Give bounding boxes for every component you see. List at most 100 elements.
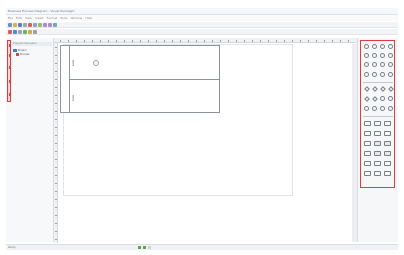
menu-help[interactable]: Help	[85, 16, 92, 20]
intermediate-event-tool-icon[interactable]	[372, 44, 377, 49]
ruler-tick	[68, 40, 69, 42]
cut-icon[interactable]	[28, 22, 32, 27]
choreography-tool-icon[interactable]	[364, 171, 371, 176]
status-chip-icon	[137, 246, 141, 249]
menu-tools[interactable]: Tools	[60, 16, 67, 20]
annotation-tool-icon[interactable]	[364, 151, 371, 156]
ruler-tick	[228, 40, 229, 42]
throw-signal-tool-icon[interactable]	[388, 106, 393, 111]
start-event-icon[interactable]	[93, 60, 99, 66]
lane-2-label[interactable]: Lane	[72, 95, 75, 101]
ruler-tick	[55, 119, 57, 120]
palette-divider	[363, 82, 393, 83]
conversation-tool-icon[interactable]	[374, 171, 381, 176]
cancel-event-tool-icon[interactable]	[364, 62, 369, 67]
menu-window[interactable]: Window	[71, 16, 83, 20]
group-tool-icon[interactable]	[364, 141, 371, 146]
new-icon[interactable]	[8, 22, 12, 27]
tree-item-process[interactable]: Process	[13, 52, 51, 56]
save-icon[interactable]	[18, 22, 22, 27]
ruler-tick	[55, 127, 57, 128]
undo-icon[interactable]	[43, 22, 47, 27]
sequence-flow-tool-icon[interactable]	[364, 161, 371, 166]
ruler-tick	[164, 40, 165, 42]
pool-header[interactable]	[60, 45, 70, 113]
transaction-tool-icon[interactable]	[384, 121, 391, 126]
side-tab[interactable]	[9, 54, 10, 57]
ruler-tick	[156, 40, 157, 42]
ruler-tick	[55, 175, 57, 176]
ruler-tick	[55, 71, 57, 72]
lane-tool-icon[interactable]	[384, 141, 391, 146]
open-icon[interactable]	[13, 22, 17, 27]
ruler-tick	[55, 103, 57, 104]
subprocess-tool-icon[interactable]	[374, 121, 381, 126]
conditional-event-tool-icon[interactable]	[388, 72, 393, 77]
ruler-tick	[55, 63, 57, 64]
side-tab[interactable]	[9, 93, 10, 96]
timer-event-tool-icon[interactable]	[388, 44, 393, 49]
redo-icon[interactable]	[48, 22, 52, 27]
throw-message-tool-icon[interactable]	[372, 106, 377, 111]
color-icon[interactable]	[8, 29, 12, 34]
status-text: Ready	[8, 246, 16, 249]
task-tool-icon[interactable]	[364, 121, 371, 126]
zoom-icon[interactable]	[53, 22, 57, 27]
line-icon[interactable]	[18, 29, 22, 34]
window-title: Business Process Diagram - Visual Paradi…	[8, 9, 75, 13]
layout-icon[interactable]	[23, 29, 27, 34]
vertical-pool-tool-icon[interactable]	[384, 151, 391, 156]
compensation-event-tool-icon[interactable]	[372, 62, 377, 67]
ruler-tick	[76, 40, 77, 42]
data-store-tool-icon[interactable]	[384, 131, 391, 136]
side-tab[interactable]	[9, 80, 10, 83]
end-event-tool-icon[interactable]	[380, 44, 385, 49]
format-toolbar	[6, 29, 398, 35]
horizontal-pool-tool-icon[interactable]	[374, 151, 381, 156]
pool-tool-icon[interactable]	[374, 141, 381, 146]
catch-message-tool-icon[interactable]	[364, 106, 369, 111]
side-tab[interactable]	[9, 66, 10, 69]
ruler-tick	[84, 40, 85, 42]
copy-icon[interactable]	[33, 22, 37, 27]
error-event-tool-icon[interactable]	[380, 53, 385, 58]
message-event-tool-icon[interactable]	[364, 53, 369, 58]
call-activity-tool-icon[interactable]	[364, 131, 371, 136]
terminate-event-tool-icon[interactable]	[380, 72, 385, 77]
print-icon[interactable]	[23, 22, 27, 27]
data-object-tool-icon[interactable]	[374, 131, 381, 136]
side-tab[interactable]	[9, 44, 10, 47]
menu-format[interactable]: Format	[47, 16, 58, 20]
ruler-tick	[55, 199, 57, 200]
ruler-tick	[55, 223, 57, 224]
align-icon[interactable]	[28, 29, 32, 34]
lane-1-label[interactable]: Lane	[72, 60, 75, 66]
ruler-tick	[108, 40, 109, 42]
catch-event-tool-icon[interactable]	[364, 72, 369, 77]
fill-icon[interactable]	[13, 29, 17, 34]
paste-icon[interactable]	[38, 22, 42, 27]
escalation-event-tool-icon[interactable]	[388, 96, 393, 101]
message-flow-tool-icon[interactable]	[374, 161, 381, 166]
ruler-tick	[324, 40, 325, 42]
menu-insert[interactable]: Insert	[35, 16, 44, 20]
boundary-event-tool-icon[interactable]	[380, 96, 385, 101]
distribute-icon[interactable]	[33, 29, 37, 34]
link-event-tool-icon[interactable]	[388, 53, 393, 58]
menu-view[interactable]: View	[25, 16, 32, 20]
menu-file[interactable]: File	[8, 16, 13, 20]
throw-event-tool-icon[interactable]	[372, 72, 377, 77]
ruler-tick	[148, 40, 149, 42]
link-tool-icon[interactable]	[384, 171, 391, 176]
signal-event-tool-icon[interactable]	[372, 53, 377, 58]
left-side-tabs[interactable]	[7, 40, 11, 102]
rule-event-tool-icon[interactable]	[380, 62, 385, 67]
start-event-tool-icon[interactable]	[364, 44, 369, 49]
multiple-event-tool-icon[interactable]	[388, 62, 393, 67]
ruler-tick	[260, 40, 261, 42]
ruler-tick	[244, 40, 245, 42]
ruler-tick	[55, 207, 57, 208]
menu-edit[interactable]: Edit	[16, 16, 22, 20]
catch-signal-tool-icon[interactable]	[380, 106, 385, 111]
association-tool-icon[interactable]	[384, 161, 391, 166]
